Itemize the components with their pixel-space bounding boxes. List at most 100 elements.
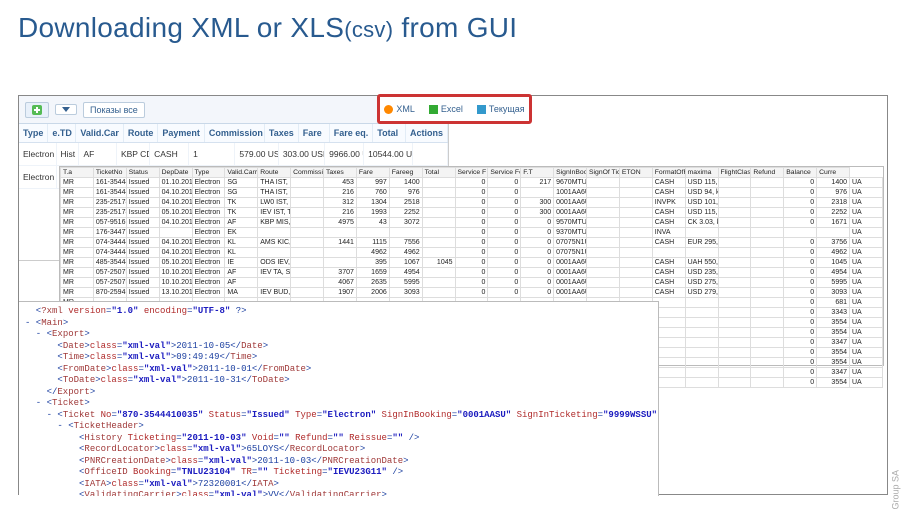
export-excel-button[interactable]: Excel	[425, 102, 467, 116]
export-xml-button[interactable]: XML	[380, 102, 419, 116]
xls-header: Service F	[455, 168, 488, 178]
xls-cell: Issued	[126, 188, 159, 198]
xml-line: - <TicketHeader>	[25, 421, 652, 433]
xls-cell: CASH	[652, 278, 685, 288]
xml-line: <OfficeID Booking="TNLU23104" TR="" Tick…	[25, 467, 652, 479]
xls-cell	[718, 378, 751, 388]
xls-cell	[619, 208, 652, 218]
xls-cell: 3093	[817, 288, 850, 298]
xls-cell: 2635	[356, 278, 389, 288]
xls-cell	[718, 288, 751, 298]
xls-cell: 0	[521, 268, 554, 278]
xls-cell: 0	[784, 238, 817, 248]
xls-cell: 3554	[817, 378, 850, 388]
xls-cell: Electron	[192, 178, 225, 188]
xls-cell	[587, 258, 620, 268]
xls-cell: Issued	[126, 238, 159, 248]
xls-cell: KBP MIS, SA	[258, 218, 291, 228]
show-all-button[interactable]: Показы все	[83, 102, 145, 118]
xls-cell: 4962	[356, 248, 389, 258]
xls-cell: 1993	[356, 208, 389, 218]
xls-cell: Issued	[126, 208, 159, 218]
xls-cell: 681	[817, 298, 850, 308]
xls-cell	[291, 248, 324, 258]
xls-row: MR074-3444441038Issued04.10.2011Electron…	[61, 238, 883, 248]
xls-cell	[521, 188, 554, 198]
xls-cell: 1671	[817, 218, 850, 228]
xls-cell: 0001AA6U 0001AA6U ho	[554, 288, 587, 298]
xls-cell: 0	[488, 288, 521, 298]
xls-cell	[718, 318, 751, 328]
xls-cell: ODS IEV, IA	[258, 258, 291, 268]
gui-header: Fare	[299, 124, 330, 142]
xls-header: ETON	[619, 168, 652, 178]
xls-cell	[751, 338, 784, 348]
xls-cell: 0	[784, 358, 817, 368]
xls-header: Type	[192, 168, 225, 178]
current-icon	[477, 105, 486, 114]
xml-line: <?xml version="1.0" encoding="UTF-8" ?>	[25, 306, 652, 318]
xls-cell: UA	[850, 248, 883, 258]
xls-cell: 0	[455, 188, 488, 198]
xls-cell: MR	[61, 208, 94, 218]
xls-cell	[718, 268, 751, 278]
xls-cell	[751, 308, 784, 318]
xls-cell	[751, 258, 784, 268]
xls-cell	[619, 258, 652, 268]
xls-cell: UA	[850, 178, 883, 188]
xls-cell	[587, 278, 620, 288]
xls-cell	[685, 318, 718, 328]
xls-cell: CASH	[652, 178, 685, 188]
xls-cell	[751, 178, 784, 188]
xls-cell	[751, 228, 784, 238]
xls-cell	[751, 328, 784, 338]
xls-cell	[718, 198, 751, 208]
xls-cell: 3554	[817, 358, 850, 368]
xls-cell	[751, 298, 784, 308]
xls-cell: 3093	[389, 288, 422, 298]
xls-cell: 05.10.2011	[159, 208, 192, 218]
xls-cell: 0	[784, 348, 817, 358]
xls-cell: 0001AA6U 0001AA6U ho	[554, 278, 587, 288]
xls-cell	[718, 308, 751, 318]
gui-cell	[413, 143, 448, 165]
xls-cell: UA	[850, 308, 883, 318]
xls-cell: 0	[521, 278, 554, 288]
xls-cell: 3343	[817, 308, 850, 318]
gui-header: Actions	[406, 124, 448, 142]
xls-cell	[587, 248, 620, 258]
xls-cell	[324, 248, 357, 258]
xls-cell: 2006	[356, 288, 389, 298]
xls-cell: 0	[784, 338, 817, 348]
xls-cell	[619, 278, 652, 288]
xml-line: <FromDate>class="xml-val">2011-10-01</Fr…	[25, 364, 652, 376]
xls-cell: UA	[850, 378, 883, 388]
xls-row: MR235-2517827955Issued05.10.2011Electron…	[61, 208, 883, 218]
xls-row: MR176-3447796695IssuedElectronEK0009370M…	[61, 228, 883, 238]
xls-cell	[587, 198, 620, 208]
dropdown-button[interactable]	[55, 104, 77, 115]
xls-cell	[291, 218, 324, 228]
xls-cell: 0	[455, 218, 488, 228]
xls-cell: Issued	[126, 258, 159, 268]
gui-header: Commission	[205, 124, 265, 142]
export-current-button[interactable]: Текущая	[473, 102, 529, 116]
xls-cell	[356, 228, 389, 238]
xls-cell: UA	[850, 278, 883, 288]
xls-cell: MR	[61, 188, 94, 198]
xls-cell	[685, 248, 718, 258]
xls-cell	[685, 298, 718, 308]
add-button[interactable]	[25, 102, 49, 118]
xls-cell: 312	[324, 198, 357, 208]
xls-cell: INVPK	[652, 198, 685, 208]
xls-cell: 1659	[356, 268, 389, 278]
xls-cell: UA	[850, 318, 883, 328]
xls-cell: 1045	[817, 258, 850, 268]
xls-cell	[619, 178, 652, 188]
xls-cell: 0	[784, 308, 817, 318]
xls-header: T.a	[61, 168, 94, 178]
xls-cell: 3347	[817, 338, 850, 348]
xls-cell	[422, 248, 455, 258]
xls-header: Valid.Carrier	[225, 168, 258, 178]
xls-cell	[652, 248, 685, 258]
